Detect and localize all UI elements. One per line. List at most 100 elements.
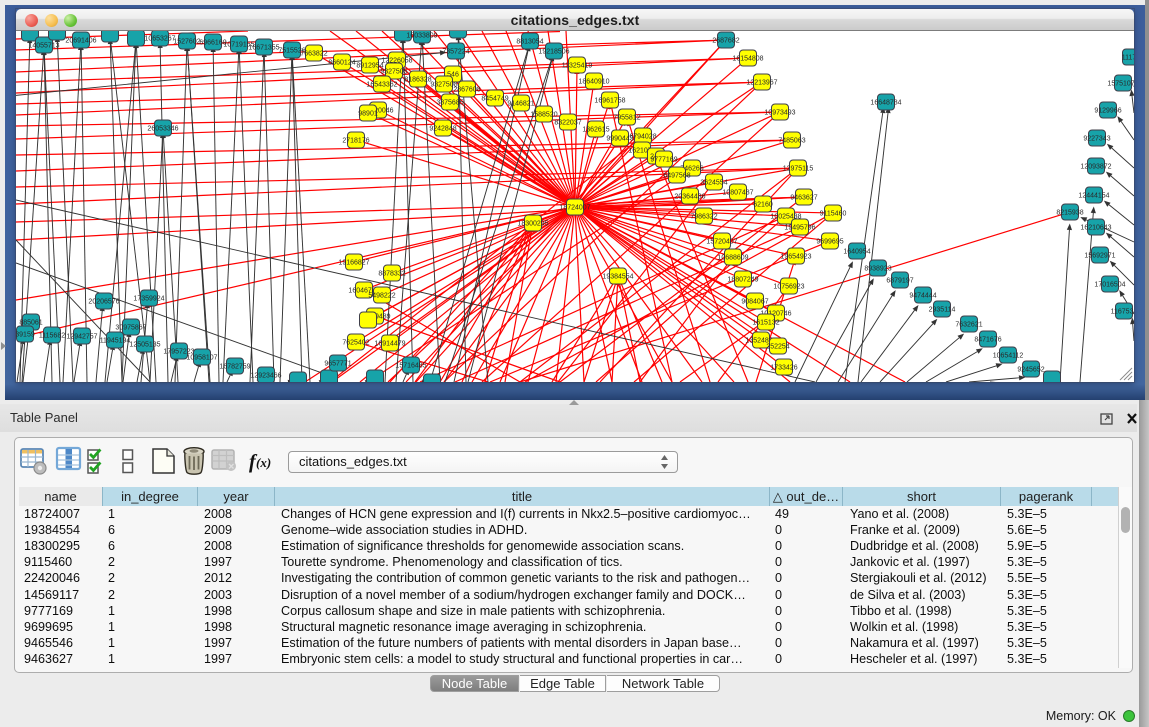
svg-text:252254: 252254 (766, 344, 789, 351)
svg-text:18300295: 18300295 (517, 221, 548, 228)
svg-text:15720407: 15720407 (706, 239, 737, 246)
svg-text:6497568: 6497568 (663, 173, 690, 180)
svg-text:10973493: 10973493 (764, 110, 795, 117)
svg-text:885061: 885061 (19, 320, 42, 327)
svg-text:15692971: 15692971 (1084, 253, 1115, 260)
svg-text:2935114: 2935114 (929, 307, 956, 314)
svg-text:8322037: 8322037 (554, 120, 581, 127)
svg-text:19166827: 19166827 (338, 260, 369, 267)
svg-text:1167534: 1167534 (1111, 309, 1134, 316)
svg-text:17359924: 17359924 (133, 296, 164, 303)
svg-text:5498222: 5498222 (368, 293, 395, 300)
svg-text:19654923: 19654923 (780, 254, 811, 261)
svg-text:6879197: 6879197 (886, 278, 913, 285)
svg-text:16648784: 16648784 (870, 100, 901, 107)
svg-text:30975867: 30975867 (115, 325, 146, 332)
svg-text:15716485: 15716485 (395, 363, 426, 370)
svg-text:18724007: 18724007 (559, 205, 590, 212)
svg-text:19218506: 19218506 (538, 49, 569, 56)
svg-text:16154808: 16154808 (732, 56, 763, 63)
svg-text:18807249: 18807249 (727, 277, 758, 284)
svg-text:10653267: 10653267 (144, 36, 175, 43)
svg-text:12505135: 12505135 (129, 342, 160, 349)
svg-text:12942757: 12942757 (66, 334, 97, 341)
svg-text:9474444: 9474444 (909, 293, 936, 300)
svg-text:7955812: 7955812 (613, 115, 640, 122)
svg-text:6794028: 6794028 (629, 134, 656, 141)
svg-text:12093872: 12093872 (1080, 164, 1111, 171)
svg-text:1640954: 1640954 (843, 249, 870, 256)
svg-text:9129966: 9129966 (1094, 108, 1121, 115)
svg-text:16210643: 16210643 (1080, 225, 1111, 232)
svg-text:10958107: 10958107 (186, 355, 217, 362)
svg-text:19384554: 19384554 (602, 274, 633, 281)
svg-text:8186328: 8186328 (404, 77, 431, 84)
svg-text:7986322: 7986322 (690, 214, 717, 221)
svg-text:16961758: 16961758 (594, 98, 625, 105)
svg-text:16033809: 16033809 (406, 33, 437, 40)
svg-text:7625402: 7625402 (342, 340, 369, 347)
svg-text:12213967: 12213967 (746, 80, 777, 87)
svg-text:7485063: 7485063 (778, 138, 805, 145)
svg-text:7663822: 7663822 (300, 51, 327, 58)
svg-text:12444154: 12444154 (1078, 193, 1109, 200)
svg-text:9115460: 9115460 (820, 211, 847, 218)
svg-text:17016504: 17016504 (1094, 282, 1125, 289)
svg-text:3875685: 3875685 (436, 100, 463, 107)
svg-text:9227343: 9227343 (1083, 136, 1110, 143)
svg-text:12975115: 12975115 (783, 166, 814, 173)
svg-text:14055713: 14055713 (28, 43, 59, 50)
svg-text:8454749: 8454749 (481, 96, 508, 103)
svg-text:19495796: 19495796 (784, 225, 815, 232)
svg-text:9463627: 9463627 (790, 195, 817, 202)
svg-text:62160: 62160 (753, 202, 773, 209)
svg-text:1615132: 1615132 (752, 320, 779, 327)
svg-text:10688609: 10688609 (717, 255, 748, 262)
svg-text:3624554: 3624554 (700, 180, 727, 187)
svg-text:39159: 39159 (16, 332, 35, 339)
svg-text:10756923: 10756923 (773, 284, 804, 291)
svg-text:1733426: 1733426 (770, 365, 797, 372)
svg-text:8938923: 8938923 (864, 266, 891, 273)
svg-text:8471676: 8471676 (974, 337, 1001, 344)
svg-text:20206576: 20206576 (88, 299, 119, 306)
svg-text:2867608: 2867608 (453, 87, 480, 94)
svg-text:7632621: 7632621 (955, 322, 982, 329)
svg-text:1115682: 1115682 (39, 333, 65, 340)
svg-text:11325419: 11325419 (562, 63, 593, 70)
svg-text:2718176: 2718176 (342, 138, 369, 145)
svg-text:7357224: 7357224 (442, 49, 469, 56)
svg-text:9084067: 9084067 (741, 299, 768, 306)
svg-text:(x): (x) (256, 455, 271, 470)
svg-text:20364436: 20364436 (674, 194, 705, 201)
svg-text:98901: 98901 (358, 111, 378, 118)
svg-text:9242848: 9242848 (429, 126, 456, 133)
svg-text:9327505: 9327505 (380, 69, 407, 76)
svg-text:15751074: 15751074 (1107, 81, 1134, 88)
svg-text:16914479: 16914479 (374, 341, 405, 348)
svg-text:9777169: 9777169 (650, 157, 677, 164)
svg-text:8813054: 8813054 (516, 39, 543, 46)
svg-text:9657771: 9657771 (324, 361, 351, 368)
svg-text:9699695: 9699695 (816, 239, 843, 246)
svg-text:2687682: 2687682 (712, 38, 739, 45)
svg-text:9146821: 9146821 (507, 101, 534, 108)
svg-text:11174: 11174 (1122, 55, 1134, 62)
svg-text:10807487: 10807487 (722, 190, 753, 197)
svg-text:1588520: 1588520 (530, 112, 557, 119)
svg-text:16671355: 16671355 (248, 45, 279, 52)
svg-text:10654112: 10654112 (993, 353, 1024, 360)
svg-text:8878332: 8878332 (378, 271, 405, 278)
svg-text:1527602: 1527602 (173, 39, 200, 46)
svg-text:9245652: 9245652 (1017, 367, 1044, 374)
svg-text:16782759: 16782759 (219, 364, 250, 371)
svg-text:8215938: 8215938 (1056, 210, 1083, 217)
svg-text:8660124: 8660124 (328, 60, 355, 67)
svg-text:1362615: 1362615 (582, 127, 609, 134)
svg-text:26053346: 26053346 (147, 126, 178, 133)
svg-text:12923466: 12923466 (250, 373, 281, 380)
svg-text:11945194: 11945194 (100, 338, 131, 345)
svg-text:18640910: 18640910 (578, 79, 609, 86)
svg-text:16543362: 16543362 (366, 82, 397, 89)
svg-text:20691406: 20691406 (65, 38, 96, 45)
